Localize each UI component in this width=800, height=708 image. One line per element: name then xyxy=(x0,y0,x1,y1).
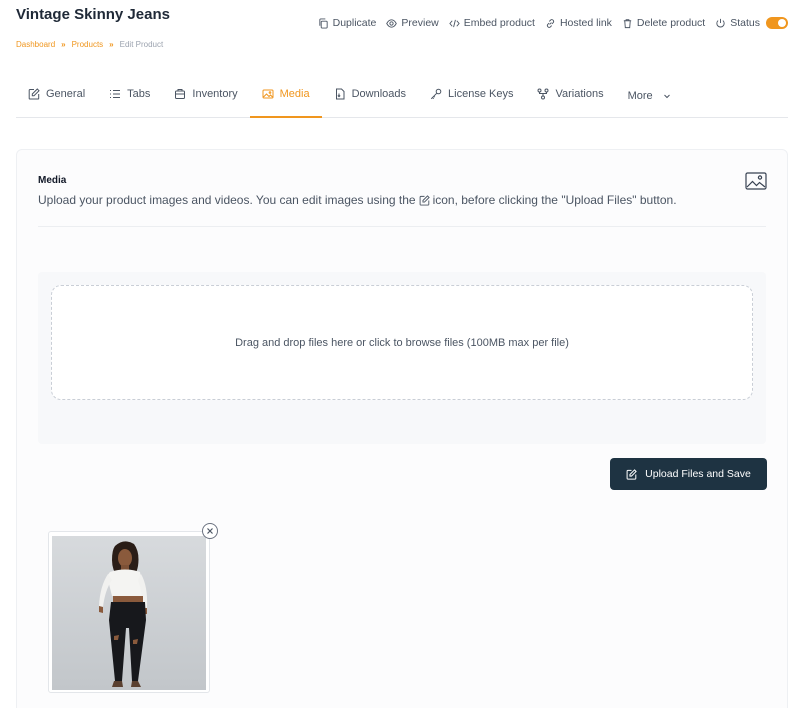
preview-button[interactable]: Preview xyxy=(386,17,439,29)
tab-variations[interactable]: Variations xyxy=(525,70,615,117)
tab-downloads[interactable]: Downloads xyxy=(322,70,418,117)
media-description-start: Upload your product images and videos. Y… xyxy=(38,193,416,207)
edit-icon xyxy=(626,468,637,480)
tab-label: Tabs xyxy=(127,87,151,100)
tab-more[interactable]: More xyxy=(616,70,683,117)
tab-license-keys[interactable]: License Keys xyxy=(418,70,525,117)
copy-icon xyxy=(318,17,328,29)
toggle-knob xyxy=(778,19,786,27)
tab-label: Variations xyxy=(555,87,604,100)
duplicate-label: Duplicate xyxy=(332,17,377,29)
page-title: Vintage Skinny Jeans xyxy=(16,6,170,23)
tab-label: General xyxy=(46,87,86,100)
media-heading: Media xyxy=(38,175,67,186)
variations-icon xyxy=(537,88,549,99)
embed-product-label: Embed product xyxy=(463,17,535,29)
product-actions: Duplicate Preview Embed product Hosted l… xyxy=(318,17,788,29)
close-icon xyxy=(207,528,213,534)
tab-label: Downloads xyxy=(351,87,407,100)
media-thumbnail[interactable] xyxy=(48,531,210,693)
media-card: Media Upload your product images and vid… xyxy=(16,149,788,708)
tab-inventory[interactable]: Inventory xyxy=(162,70,249,117)
file-dropzone[interactable]: Drag and drop files here or click to bro… xyxy=(51,285,753,400)
breadcrumb-dashboard[interactable]: Dashboard xyxy=(16,40,55,49)
upload-files-and-save-button[interactable]: Upload Files and Save xyxy=(610,458,767,490)
remove-image-button[interactable] xyxy=(202,523,218,539)
divider xyxy=(38,226,766,227)
tab-label: Media xyxy=(279,87,310,100)
chevron-down-icon xyxy=(663,94,670,98)
dropzone-text: Drag and drop files here or click to bro… xyxy=(235,336,569,349)
image-icon xyxy=(262,89,274,98)
code-icon xyxy=(449,19,460,27)
media-description-end: icon, before clicking the "Upload Files"… xyxy=(432,193,677,207)
eye-icon xyxy=(386,18,398,28)
product-tabs: General Tabs Inventory Media Downloads L… xyxy=(16,70,788,118)
status-control: Status xyxy=(715,17,788,29)
delete-product-label: Delete product xyxy=(636,17,706,29)
edit-icon xyxy=(419,194,430,206)
tab-label: License Keys xyxy=(448,87,514,100)
hosted-link-button[interactable]: Hosted link xyxy=(545,17,612,29)
hosted-link-label: Hosted link xyxy=(559,17,612,29)
tab-label: More xyxy=(627,89,653,102)
breadcrumb-separator: » xyxy=(109,40,114,49)
delete-product-button[interactable]: Delete product xyxy=(622,17,705,29)
duplicate-button[interactable]: Duplicate xyxy=(318,17,377,29)
power-icon xyxy=(716,18,725,27)
edit-icon xyxy=(28,87,40,99)
media-description: Upload your product images and videos. Y… xyxy=(38,193,677,207)
tab-label: Inventory xyxy=(192,87,238,100)
image-icon xyxy=(745,172,767,190)
breadcrumb-current: Edit Product xyxy=(119,40,164,49)
trash-icon xyxy=(623,18,632,28)
link-icon xyxy=(546,18,555,28)
tab-media[interactable]: Media xyxy=(249,70,322,118)
file-icon xyxy=(335,88,345,99)
upload-button-label: Upload Files and Save xyxy=(645,468,751,480)
tab-general[interactable]: General xyxy=(16,70,97,117)
upload-area: Drag and drop files here or click to bro… xyxy=(38,272,766,444)
breadcrumb-products[interactable]: Products xyxy=(72,40,104,49)
status-label: Status xyxy=(730,17,760,29)
embed-product-button[interactable]: Embed product xyxy=(449,17,535,29)
key-icon xyxy=(430,88,442,99)
breadcrumb-separator: » xyxy=(61,40,66,49)
status-toggle[interactable] xyxy=(766,17,788,29)
list-icon xyxy=(110,89,121,98)
inventory-icon xyxy=(175,88,186,99)
preview-label: Preview xyxy=(401,17,439,29)
tab-tabs[interactable]: Tabs xyxy=(97,70,162,117)
product-image xyxy=(52,536,206,690)
breadcrumb: Dashboard » Products » Edit Product xyxy=(16,40,163,49)
